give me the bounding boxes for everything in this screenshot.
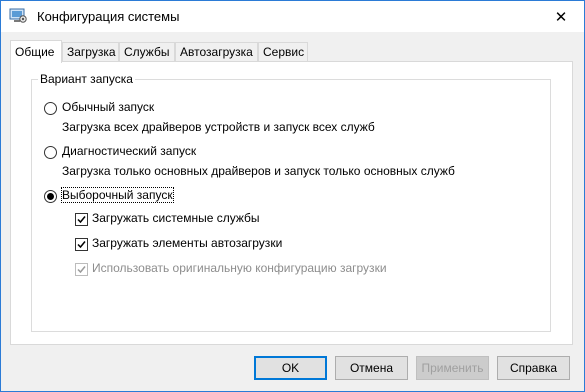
dialog-window: Конфигурация системы ✕ Общие Загрузка Сл… <box>0 0 585 392</box>
tab-general[interactable]: Общие <box>10 40 62 63</box>
use-original-boot-config-label: Использовать оригинальную конфигурацию з… <box>92 261 387 275</box>
apply-button-label: Применить <box>421 361 484 375</box>
apply-button: Применить <box>416 356 489 380</box>
load-startup-items-checkbox[interactable] <box>75 238 88 251</box>
normal-startup-label[interactable]: Обычный запуск <box>62 100 154 114</box>
tab-general-label: Общие <box>15 45 55 59</box>
ok-button[interactable]: OK <box>254 356 327 380</box>
help-button[interactable]: Справка <box>497 356 570 380</box>
close-button[interactable]: ✕ <box>538 1 584 32</box>
close-icon: ✕ <box>554 8 568 26</box>
tab-tools[interactable]: Сервис <box>258 42 308 61</box>
tab-services-label: Службы <box>124 45 170 59</box>
tab-startup[interactable]: Автозагрузка <box>175 42 258 61</box>
tab-tools-label: Сервис <box>263 45 305 59</box>
diagnostic-startup-radio[interactable] <box>44 146 57 159</box>
checkmark-icon <box>77 266 86 274</box>
load-system-services-label[interactable]: Загружать системные службы <box>92 211 260 225</box>
load-startup-items-label[interactable]: Загружать элементы автозагрузки <box>92 236 282 250</box>
cancel-button-label: Отмена <box>349 361 394 375</box>
system-config-icon <box>9 8 27 24</box>
startup-selection-group: Вариант запуска Обычный запуск Загрузка … <box>31 72 551 332</box>
tab-startup-label: Автозагрузка <box>180 45 253 59</box>
ok-button-label: OK <box>281 361 300 375</box>
group-label: Вариант запуска <box>38 72 135 86</box>
use-original-boot-config-checkbox <box>75 263 88 276</box>
tab-services[interactable]: Службы <box>119 42 175 61</box>
selective-startup-radio[interactable] <box>44 190 57 203</box>
normal-startup-description: Загрузка всех драйверов устройств и запу… <box>62 120 375 134</box>
window-title: Конфигурация системы <box>37 9 180 24</box>
general-tab-page: Вариант запуска Обычный запуск Загрузка … <box>10 61 573 345</box>
diagnostic-startup-description: Загрузка только основных драйверов и зап… <box>62 164 455 178</box>
diagnostic-startup-label[interactable]: Диагностический запуск <box>62 144 196 158</box>
help-button-label: Справка <box>509 361 558 375</box>
cancel-button[interactable]: Отмена <box>335 356 408 380</box>
tab-boot-label: Загрузка <box>67 45 116 59</box>
checkmark-icon <box>77 216 86 224</box>
selective-startup-label[interactable]: Выборочный запуск <box>61 187 174 203</box>
checkmark-icon <box>77 241 86 249</box>
tab-boot[interactable]: Загрузка <box>62 42 119 61</box>
normal-startup-radio[interactable] <box>44 102 57 115</box>
title-bar[interactable]: Конфигурация системы ✕ <box>1 1 584 32</box>
load-system-services-checkbox[interactable] <box>75 213 88 226</box>
